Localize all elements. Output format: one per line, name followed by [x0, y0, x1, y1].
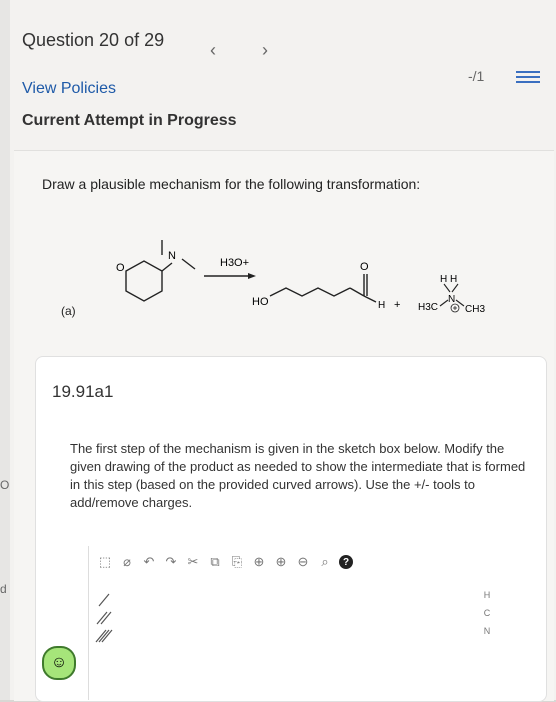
bond-tools — [95, 593, 113, 643]
subpart-id: 19.91a1 — [52, 382, 114, 401]
select-icon[interactable]: ⬚ — [97, 554, 113, 570]
amine-nitrogen: N — [448, 294, 455, 305]
score-display: -/1 — [468, 68, 485, 84]
cut-icon[interactable]: ✂ — [185, 554, 201, 570]
view-policies-link[interactable]: View Policies — [22, 80, 116, 98]
undo-icon[interactable]: ↶ — [141, 554, 157, 570]
part-label: (a) — [61, 304, 76, 318]
copy-icon[interactable]: ⧉ — [207, 554, 223, 570]
reactant-ring — [125, 260, 163, 302]
reaction-scheme: (a) O N H3O+ HO O H + H H N H3C CH3 — [61, 240, 485, 318]
help-icon[interactable]: ? — [339, 555, 353, 569]
methyl-right: CH3 — [465, 304, 485, 315]
aldehyde-h-label: H — [378, 300, 385, 311]
attempt-status: Current Attempt in Progress — [22, 112, 237, 129]
single-bond-tool — [98, 593, 110, 607]
ring-oxygen-label: O — [116, 262, 125, 274]
element-h[interactable]: H — [476, 590, 498, 608]
sketch-toolbar: ⬚ ⌀ ↶ ↷ ✂ ⧉ ⎘ ⊕ ⊕ ⊖ ⌕ ? — [97, 552, 353, 572]
methyl-left: H3C — [418, 302, 438, 313]
zoom-in-icon[interactable]: ⊕ — [273, 554, 289, 570]
product-chain — [269, 287, 351, 297]
zoom-out-icon[interactable]: ⊖ — [295, 554, 311, 570]
paste-icon[interactable]: ⎘ — [229, 554, 245, 570]
plus-sign: + — [394, 299, 400, 311]
question-counter: Question 20 of 29 — [22, 30, 165, 50]
element-c[interactable]: C — [476, 608, 498, 626]
palette-icon[interactable]: ☺ — [42, 646, 76, 680]
zoom-fit-icon[interactable]: ⊕ — [251, 554, 267, 570]
ring-nitrogen-label: N — [168, 250, 176, 262]
background-edge: OR d — [0, 0, 18, 700]
list-icon[interactable] — [516, 68, 540, 90]
product-ho-label: HO — [252, 296, 269, 308]
element-tools: H C N — [476, 570, 498, 644]
carbonyl-oxygen-label: O — [360, 261, 369, 273]
prev-question-icon[interactable]: ‹ — [210, 40, 216, 61]
next-question-icon[interactable]: › — [262, 40, 268, 61]
subpart-description: The first step of the mechanism is given… — [70, 441, 526, 510]
reagent-label: H3O+ — [220, 257, 249, 269]
redo-icon[interactable]: ↷ — [163, 554, 179, 570]
search-icon[interactable]: ⌕ — [317, 554, 333, 570]
question-prompt: Draw a plausible mechanism for the follo… — [42, 176, 421, 192]
amine-hydrogens: H H — [440, 274, 457, 285]
erase-icon[interactable]: ⌀ — [119, 554, 135, 570]
element-n[interactable]: N — [476, 626, 498, 644]
edge-text-d: d — [0, 582, 7, 596]
